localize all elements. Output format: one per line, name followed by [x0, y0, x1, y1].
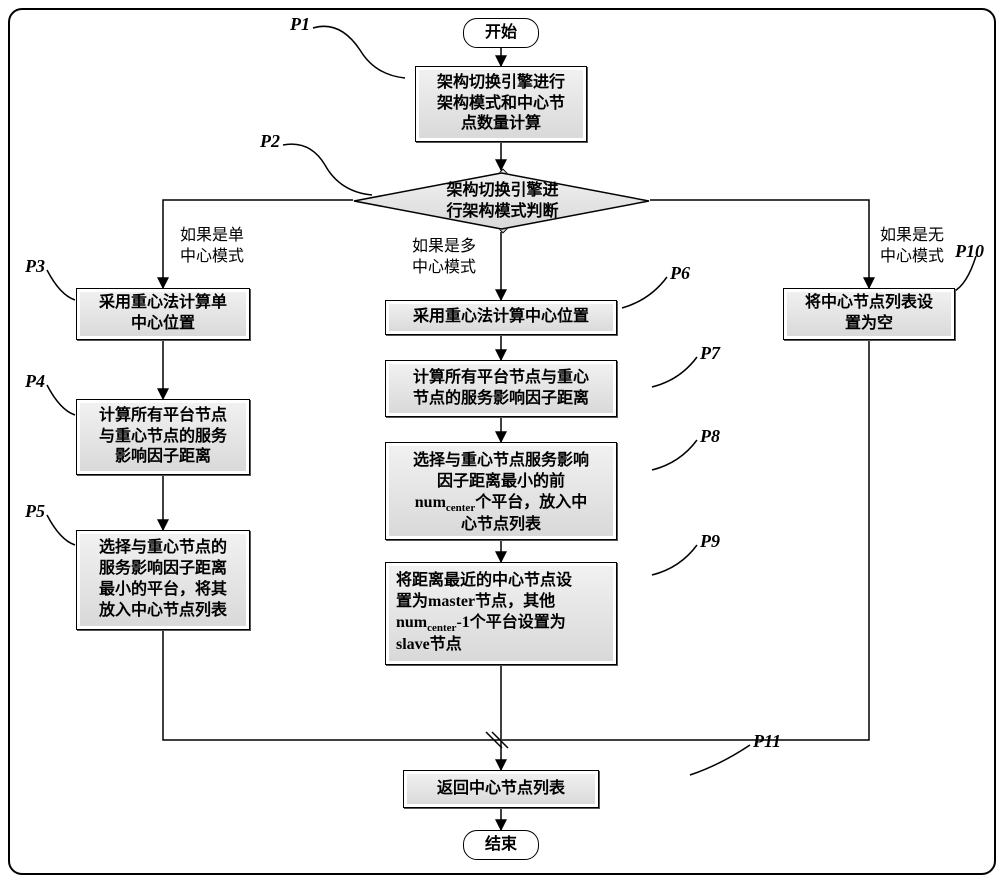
label-p9: P9 [700, 531, 720, 552]
p8-process: 选择与重心节点服务影响 因子距离最小的前 numcenter个平台，放入中 心节… [385, 442, 617, 540]
label-p7: P7 [700, 343, 720, 364]
p9-l2a: 置为 [396, 593, 428, 610]
p9-process: 将距离最近的中心节点设 置为master节点，其他 numcenter-1个平台… [385, 562, 617, 665]
p8-text-post: 个平台，放入中 心节点列表 [461, 494, 587, 533]
p3-process: 采用重心法计算单 中心位置 [76, 288, 250, 340]
label-p1: P1 [290, 14, 310, 35]
p6-process: 采用重心法计算中心位置 [385, 300, 617, 335]
p1-process: 架构切换引擎进行 架构模式和中心节 点数量计算 [415, 66, 587, 142]
label-p10: P10 [955, 241, 984, 262]
p10-process: 将中心节点列表设 置为空 [783, 288, 955, 340]
p8-sub: center [446, 502, 475, 514]
label-p11: P11 [753, 731, 781, 752]
p9-l2c: 节点，其他 [475, 593, 555, 610]
branch-single: 如果是单 中心模式 [180, 226, 244, 268]
p8-num: num [415, 494, 446, 511]
p9-l3b: -1个平台设置为 [456, 614, 565, 631]
p5-process: 选择与重心节点的 服务影响因子距离 最小的平台，将其 放入中心节点列表 [76, 530, 250, 630]
p11-process: 返回中心节点列表 [403, 770, 599, 808]
flowchart-canvas: 开始 结束 架构切换引擎进行 架构模式和中心节 点数量计算 架构切换引擎进 行架… [0, 0, 1000, 879]
p7-process: 计算所有平台节点与重心 节点的服务影响因子距离 [385, 360, 617, 417]
branch-none: 如果是无 中心模式 [880, 226, 944, 268]
p9-slave: slave节点 [396, 636, 462, 653]
label-p8: P8 [700, 426, 720, 447]
branch-multi: 如果是多 中心模式 [412, 237, 476, 279]
end-terminator: 结束 [463, 830, 539, 860]
label-p6: P6 [670, 263, 690, 284]
label-p4: P4 [25, 371, 45, 392]
p9-master: master [428, 593, 475, 610]
label-p3: P3 [25, 256, 45, 277]
start-terminator: 开始 [463, 18, 539, 48]
label-p5: P5 [25, 501, 45, 522]
label-p2: P2 [260, 131, 280, 152]
p8-text-pre: 选择与重心节点服务影响 因子距离最小的前 [413, 452, 589, 490]
p9-sub: center [427, 622, 456, 634]
p9-line1: 将距离最近的中心节点设 [396, 571, 606, 592]
p9-num: num [396, 614, 427, 631]
p4-process: 计算所有平台节点 与重心节点的服务 影响因子距离 [76, 399, 250, 475]
